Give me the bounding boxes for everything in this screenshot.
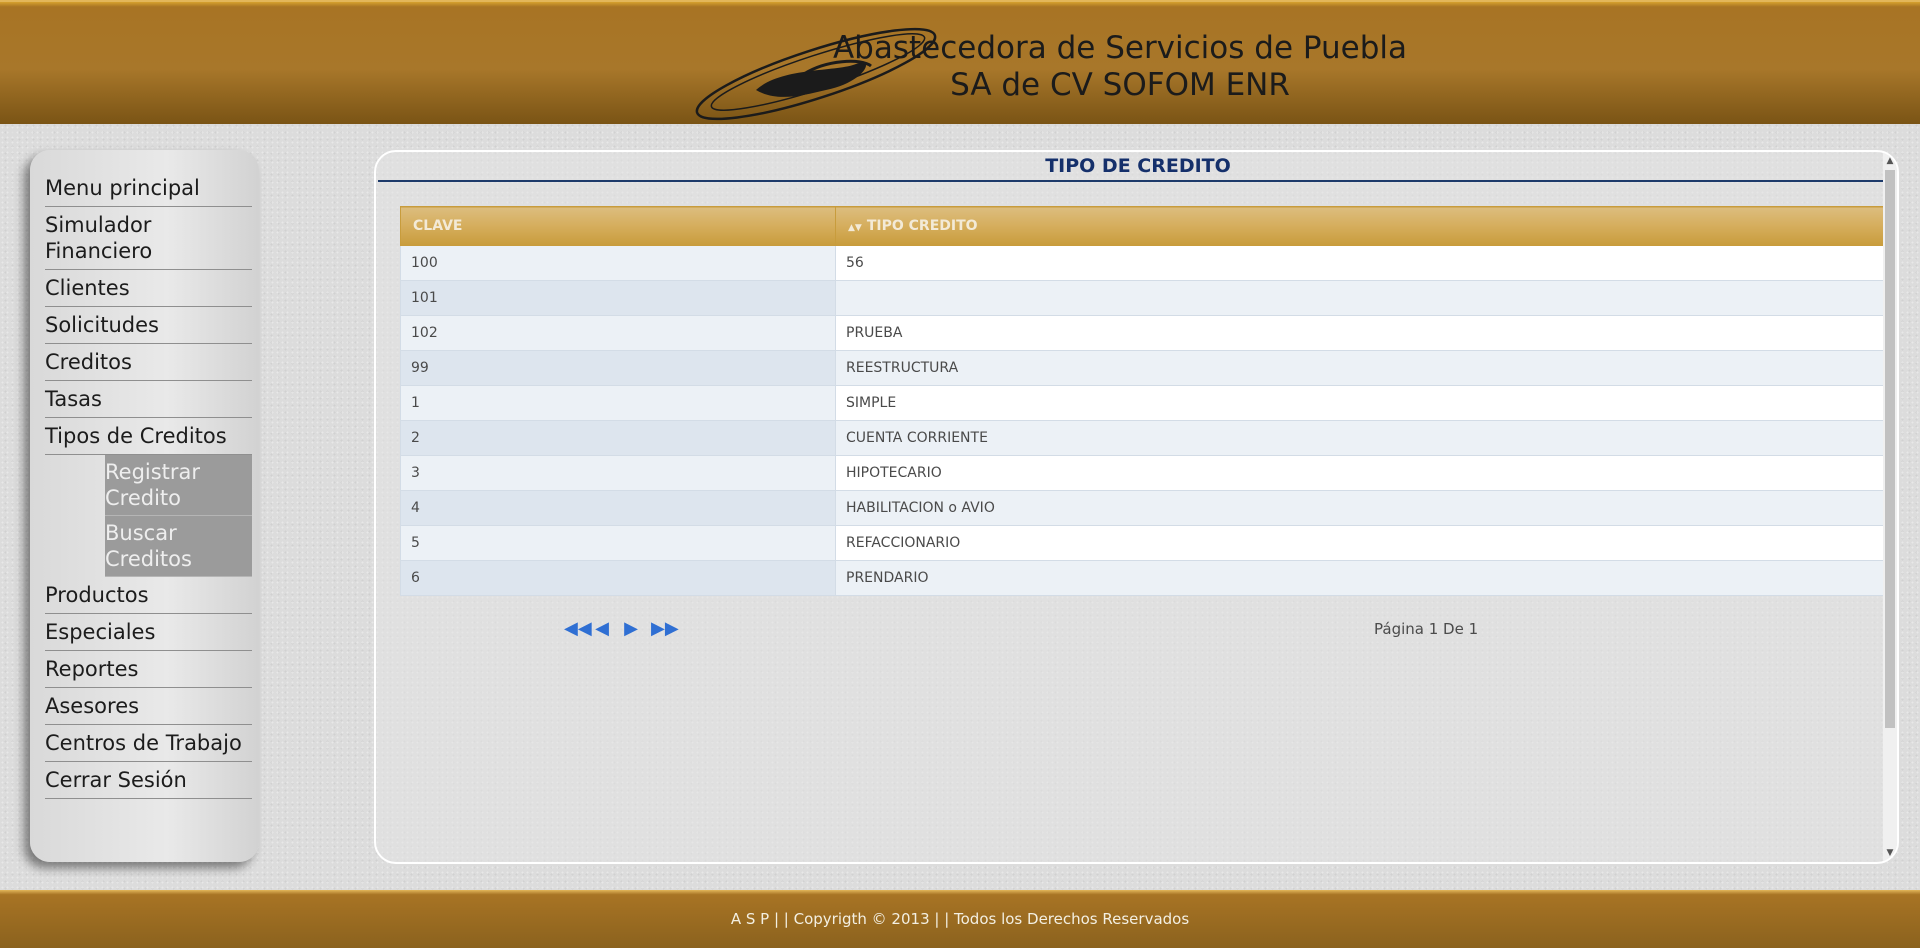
table-row[interactable]: 99 REESTRUCTURA [400, 350, 1887, 386]
page-title: TIPO DE CREDITO [1045, 155, 1231, 177]
cell-tipo-credito: PRENDARIO [835, 560, 1887, 596]
pagination-controls: ◀◀ ◀ ▶ ▶▶ [564, 620, 679, 638]
cell-clave: 99 [400, 350, 836, 386]
page-info: Página 1 De 1 [1374, 620, 1479, 638]
cell-tipo-credito: 56 [835, 245, 1887, 281]
submenu-item-buscar-creditos[interactable]: Buscar Creditos [105, 516, 252, 577]
footer-copyright: A S P | | Copyrigth © 2013 | | Todos los… [730, 910, 1190, 928]
sidebar-item-tasas[interactable]: Tasas [45, 381, 252, 418]
cell-clave: 100 [400, 245, 836, 281]
table-row[interactable]: 6 PRENDARIO [400, 560, 1887, 596]
table-row[interactable]: 2 CUENTA CORRIENTE [400, 420, 1887, 456]
panel-scrollbar[interactable]: ▲ ▼ [1883, 152, 1897, 862]
scroll-up-icon[interactable]: ▲ [1883, 154, 1897, 168]
sidebar-menu: Menu principal Simulador Financiero Clie… [30, 150, 259, 862]
sidebar-item-clientes[interactable]: Clientes [45, 270, 252, 307]
cell-tipo-credito: REESTRUCTURA [835, 350, 1887, 386]
table-row[interactable]: 100 56 [400, 245, 1887, 281]
sidebar-item-reportes[interactable]: Reportes [45, 651, 252, 688]
footer: A S P | | Copyrigth © 2013 | | Todos los… [0, 890, 1920, 948]
sidebar-item-centros-de-trabajo[interactable]: Centros de Trabajo [45, 725, 252, 762]
submenu-item-registrar-credito[interactable]: Registrar Credito [105, 455, 252, 516]
company-name: Abastecedora de Servicios de Puebla SA d… [780, 30, 1460, 104]
content-panel: TIPO DE CREDITO CLAVE ▲▼ TIPO CREDITO 100… [374, 150, 1899, 864]
scroll-thumb[interactable] [1885, 170, 1895, 728]
table-row[interactable]: 5 REFACCIONARIO [400, 525, 1887, 561]
scroll-down-icon[interactable]: ▼ [1883, 846, 1897, 860]
sidebar-item-cerrar-sesion[interactable]: Cerrar Sesión [45, 762, 252, 799]
sidebar-item-creditos[interactable]: Creditos [45, 344, 252, 381]
next-page-icon[interactable]: ▶ [622, 620, 640, 638]
cell-clave: 4 [400, 490, 836, 526]
sidebar-item-tipos-de-creditos[interactable]: Tipos de Creditos [45, 418, 252, 455]
first-page-icon[interactable]: ◀◀ [564, 620, 592, 638]
tipo-credito-table: CLAVE ▲▼ TIPO CREDITO 100 56 101 102 PRUEBA… [400, 206, 1887, 596]
title-divider [378, 180, 1896, 182]
cell-clave: 6 [400, 560, 836, 596]
table-row[interactable]: 102 PRUEBA [400, 315, 1887, 351]
cell-tipo-credito: PRUEBA [835, 315, 1887, 351]
column-header-tipo-credito[interactable]: ▲▼ TIPO CREDITO [835, 206, 1887, 246]
cell-clave: 102 [400, 315, 836, 351]
cell-clave: 2 [400, 420, 836, 456]
cell-clave: 1 [400, 385, 836, 421]
cell-clave: 3 [400, 455, 836, 491]
sidebar-item-simulador-financiero[interactable]: Simulador Financiero [45, 207, 252, 270]
last-page-icon[interactable]: ▶▶ [651, 620, 679, 638]
cell-tipo-credito: HIPOTECARIO [835, 455, 1887, 491]
submenu-tipos-de-creditos: Registrar Credito Buscar Creditos [45, 455, 252, 577]
column-header-clave[interactable]: CLAVE [400, 206, 836, 246]
table-header-row: CLAVE ▲▼ TIPO CREDITO [400, 206, 1887, 246]
cell-clave: 5 [400, 525, 836, 561]
prev-page-icon[interactable]: ◀ [593, 620, 611, 638]
company-name-line1: Abastecedora de Servicios de Puebla [832, 30, 1408, 66]
sidebar-item-productos[interactable]: Productos [45, 577, 252, 614]
sidebar-item-asesores[interactable]: Asesores [45, 688, 252, 725]
table-row[interactable]: 4 HABILITACION o AVIO [400, 490, 1887, 526]
cell-tipo-credito: CUENTA CORRIENTE [835, 420, 1887, 456]
sidebar-item-especiales[interactable]: Especiales [45, 614, 252, 651]
cell-tipo-credito [835, 280, 1887, 316]
company-name-line2: SA de CV SOFOM ENR [950, 67, 1290, 103]
table-row[interactable]: 1 SIMPLE [400, 385, 1887, 421]
table-row[interactable]: 3 HIPOTECARIO [400, 455, 1887, 491]
table-row[interactable]: 101 [400, 280, 1887, 316]
sidebar-item-solicitudes[interactable]: Solicitudes [45, 307, 252, 344]
cell-clave: 101 [400, 280, 836, 316]
sidebar-item-menu-principal[interactable]: Menu principal [45, 170, 252, 207]
sort-icon: ▲▼ [848, 223, 862, 233]
cell-tipo-credito: HABILITACION o AVIO [835, 490, 1887, 526]
cell-tipo-credito: SIMPLE [835, 385, 1887, 421]
cell-tipo-credito: REFACCIONARIO [835, 525, 1887, 561]
header-banner: Abastecedora de Servicios de Puebla SA d… [0, 0, 1920, 124]
